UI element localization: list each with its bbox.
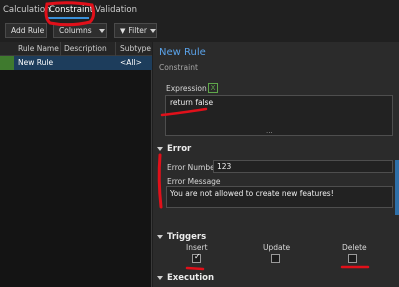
- chevron-down-icon: [150, 29, 156, 33]
- table-row[interactable]: New Rule <All>: [0, 56, 152, 70]
- column-divider[interactable]: [60, 42, 61, 56]
- toolbar: Add Rule Columns ▼ Filter: [0, 20, 399, 42]
- rule-details-panel: New Rule Constraint Expression X return …: [153, 42, 399, 287]
- expression-editor[interactable]: return false: [165, 95, 393, 136]
- error-number-value: 123: [217, 162, 232, 171]
- error-heading: Error: [167, 144, 192, 154]
- expression-builder-icon[interactable]: X: [208, 83, 218, 93]
- execution-section-header[interactable]: Execution: [157, 273, 214, 283]
- chevron-down-icon: [157, 234, 163, 239]
- columns-dropdown[interactable]: Columns: [53, 23, 107, 38]
- error-section-header[interactable]: Error: [157, 144, 191, 154]
- filter-dropdown[interactable]: ▼ Filter: [114, 23, 157, 38]
- ribbon-tabs: Calculation Constraint Validation: [0, 0, 399, 20]
- row-subtype: <All>: [120, 58, 142, 67]
- error-number-field[interactable]: 123: [213, 160, 393, 173]
- active-tab-indicator: [48, 17, 89, 19]
- triggers-section-header[interactable]: Triggers: [157, 232, 206, 242]
- expression-label: Expression: [166, 84, 207, 93]
- error-message-field[interactable]: You are not allowed to create new featur…: [166, 186, 393, 208]
- expression-more-button[interactable]: ...: [266, 127, 273, 135]
- tab-validation[interactable]: Validation: [95, 5, 137, 15]
- grid-header: Rule Name Description Subtype: [0, 42, 152, 56]
- row-selector[interactable]: [0, 56, 14, 70]
- update-label: Update: [263, 243, 291, 252]
- add-rule-button[interactable]: Add Rule: [5, 23, 47, 38]
- chevron-down-icon: [99, 29, 105, 33]
- triggers-heading: Triggers: [167, 232, 207, 242]
- update-checkbox[interactable]: [271, 254, 280, 263]
- tab-calculation[interactable]: Calculation: [3, 5, 50, 15]
- row-rule-name: New Rule: [18, 58, 54, 67]
- delete-label: Delete: [342, 243, 367, 252]
- error-number-label: Error Number: [167, 163, 218, 172]
- column-divider[interactable]: [115, 42, 116, 56]
- column-header-subtype[interactable]: Subtype: [120, 44, 151, 53]
- insert-checkbox[interactable]: ✓: [192, 252, 201, 263]
- delete-checkbox[interactable]: [348, 254, 357, 263]
- rules-grid: Rule Name Description Subtype New Rule <…: [0, 42, 152, 287]
- error-message-value: You are not allowed to create new featur…: [170, 189, 334, 198]
- insert-label: Insert: [186, 243, 208, 252]
- check-icon: ✓: [194, 252, 201, 261]
- panel-scrollbar[interactable]: [395, 160, 399, 215]
- tab-constraint[interactable]: Constraint: [49, 5, 93, 15]
- rule-title: New Rule: [159, 47, 206, 58]
- expression-text: return false: [170, 98, 214, 107]
- chevron-down-icon: [157, 146, 163, 151]
- filter-label: Filter: [128, 26, 147, 35]
- execution-heading: Execution: [167, 273, 215, 283]
- rule-type: Constraint: [159, 63, 198, 72]
- columns-label: Columns: [59, 26, 92, 35]
- error-message-label: Error Message: [167, 177, 221, 186]
- column-header-description[interactable]: Description: [64, 44, 107, 53]
- filter-icon: ▼: [120, 27, 126, 35]
- column-header-rule-name[interactable]: Rule Name: [18, 44, 59, 53]
- chevron-down-icon: [157, 275, 163, 280]
